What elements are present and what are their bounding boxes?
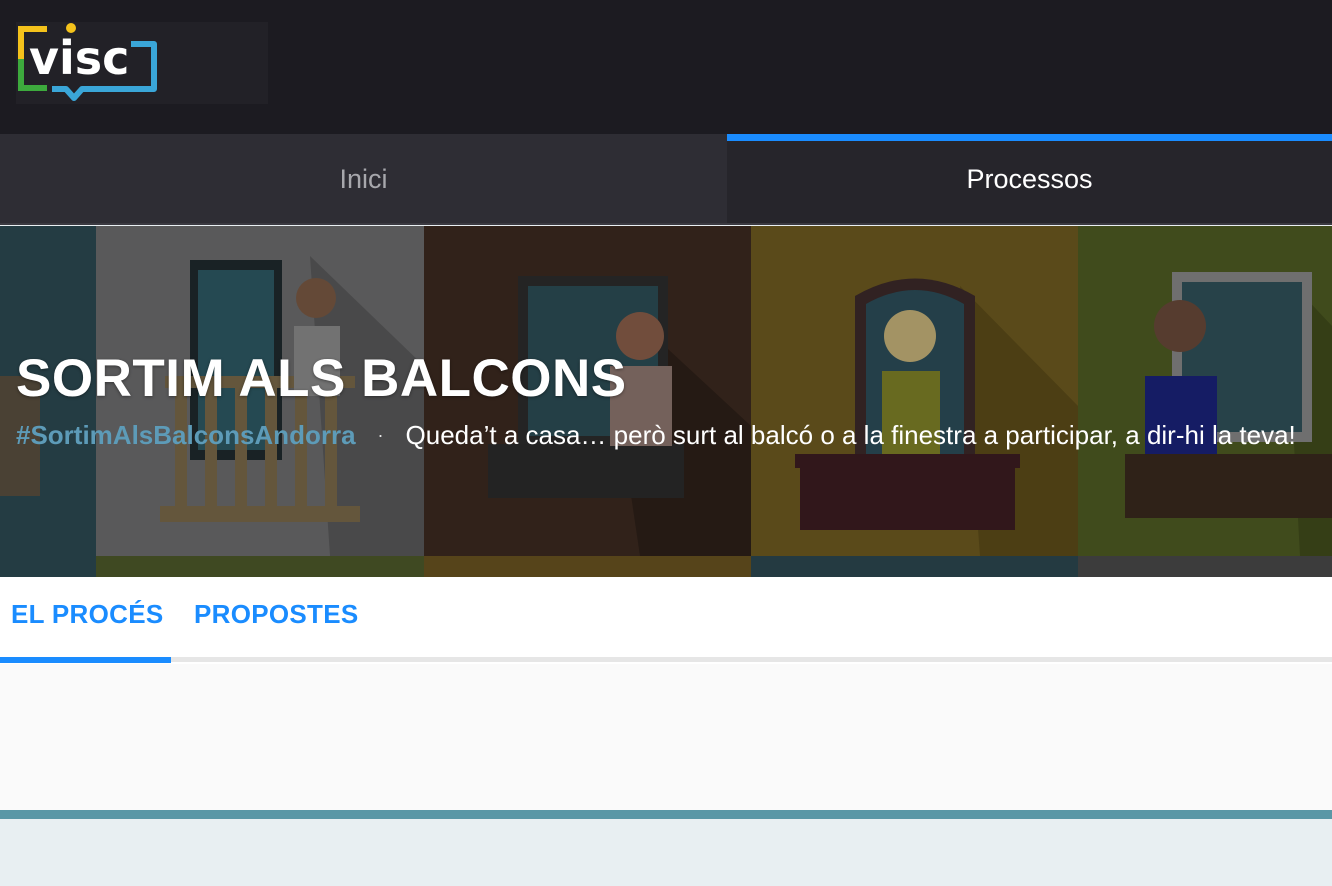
nav-divider — [0, 223, 1332, 225]
main-navigation: Inici Processos — [0, 134, 1332, 225]
process-subtitle: #SortimAlsBalconsAndorra · Queda’t a cas… — [16, 420, 1296, 451]
footer-accent-line — [0, 810, 1332, 819]
process-content — [0, 664, 1332, 810]
top-header: visc — [0, 0, 1332, 134]
process-navigation: EL PROCÉS PROPOSTES — [0, 577, 1332, 664]
active-tab-indicator — [727, 134, 1332, 141]
process-title: SORTIM ALS BALCONS — [16, 349, 627, 408]
footer — [0, 819, 1332, 886]
process-hashtag[interactable]: #SortimAlsBalconsAndorra — [16, 420, 356, 451]
process-description: Queda’t a casa… però surt al balcó o a l… — [405, 420, 1296, 450]
tab-processos[interactable]: Processos — [727, 134, 1332, 224]
tab-inici[interactable]: Inici — [0, 134, 727, 224]
visc-logo-icon: visc — [18, 23, 157, 101]
subnav-divider — [0, 657, 1332, 662]
active-subtab-indicator — [0, 657, 171, 663]
tab-propostes[interactable]: PROPOSTES — [194, 599, 359, 630]
visc-logo[interactable]: visc — [16, 22, 268, 104]
tab-el-proces[interactable]: EL PROCÉS — [11, 599, 163, 630]
subtitle-separator: · — [377, 425, 384, 445]
svg-text:visc: visc — [29, 31, 129, 85]
